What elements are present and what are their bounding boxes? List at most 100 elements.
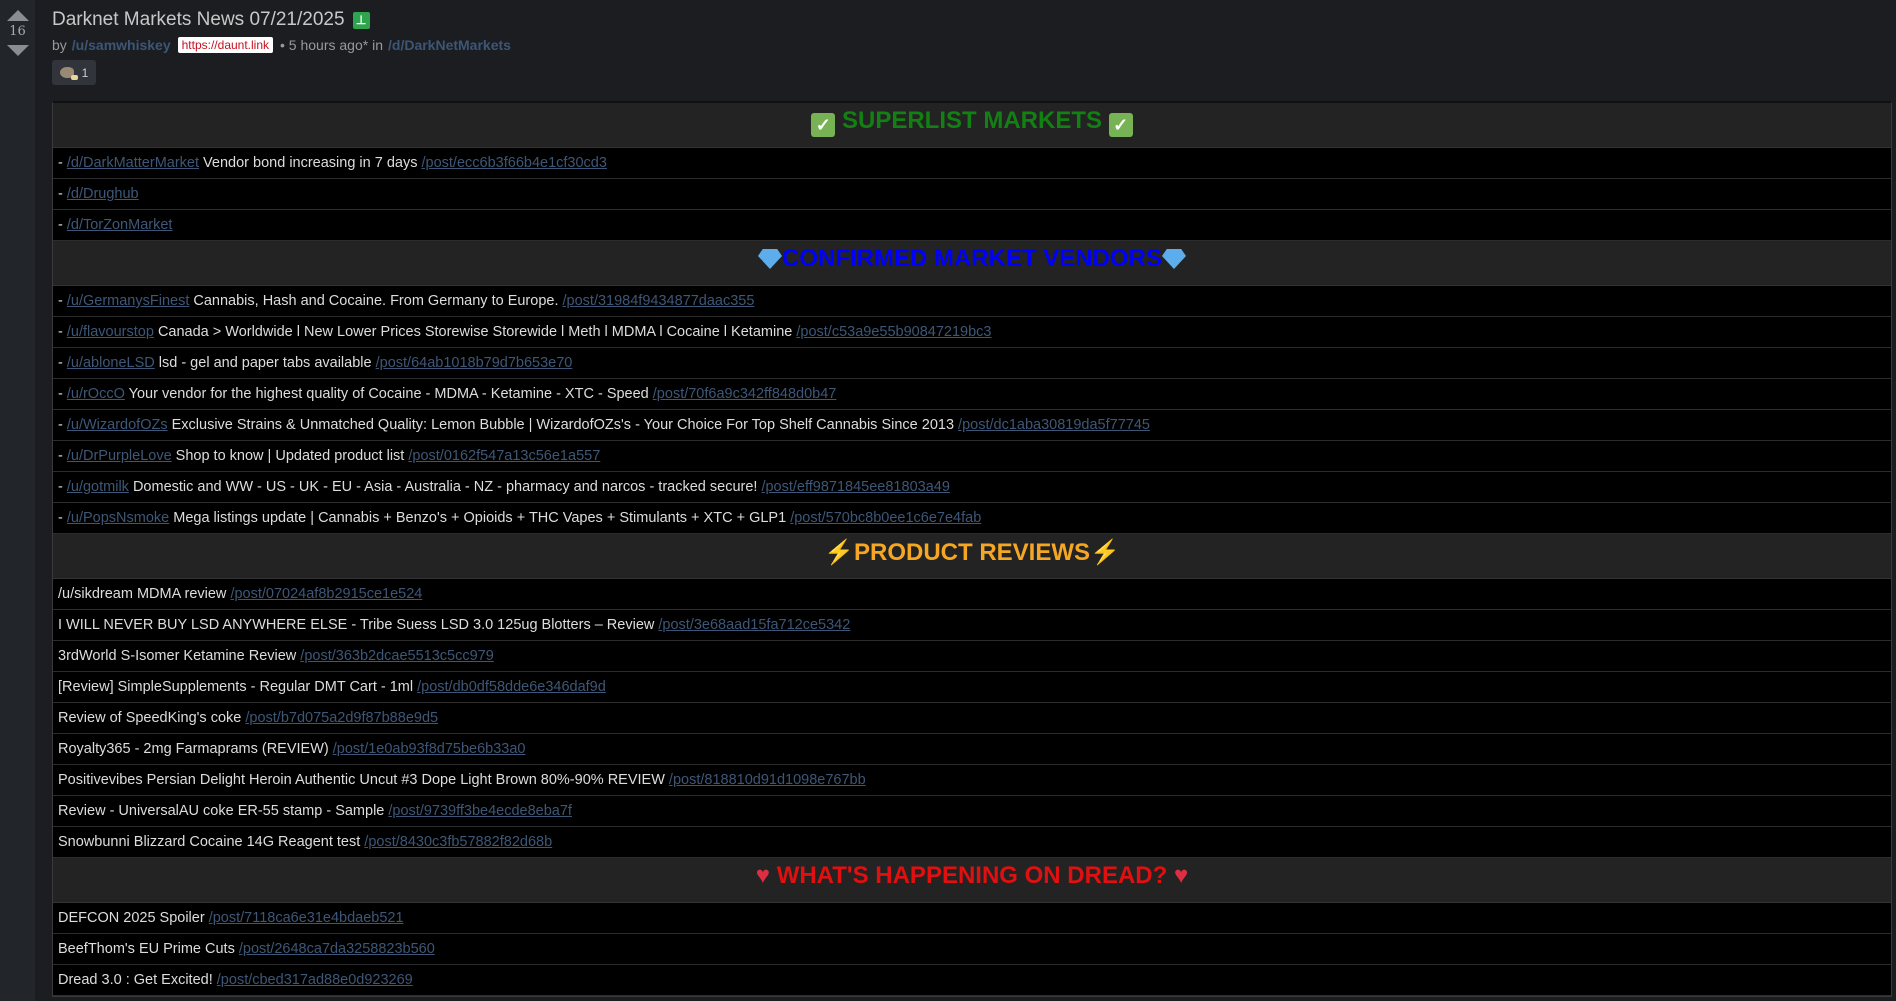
post-title-row: Darknet Markets News 07/21/2025 ⊥ xyxy=(52,9,370,31)
post-link[interactable]: /post/b7d075a2d9f87b88e9d5 xyxy=(245,710,438,726)
award-button[interactable]: 1 xyxy=(52,60,96,85)
lightning-icon: ⚡ xyxy=(1090,539,1120,566)
table-row: - /u/DrPurpleLove Shop to know | Updated… xyxy=(53,441,1891,472)
heart-icon: ♥ xyxy=(756,862,770,889)
entity-link[interactable]: /u/gotmilk xyxy=(67,479,129,495)
table-row: Review - UniversalAU coke ER-55 stamp - … xyxy=(53,796,1891,827)
table-row: - /u/WizardofOZs Exclusive Strains & Unm… xyxy=(53,410,1891,441)
money-bag-icon xyxy=(60,67,74,78)
post-link[interactable]: /post/70f6a9c342ff848d0b47 xyxy=(653,386,837,402)
row-text: Mega listings update | Cannabis + Benzo'… xyxy=(169,510,790,526)
entity-link[interactable]: /u/rOccO xyxy=(67,386,125,402)
post-link[interactable]: /post/db0df58dde6e346daf9d xyxy=(417,679,606,695)
entity-link[interactable]: /u/abloneLSD xyxy=(67,355,155,371)
bullet: - xyxy=(58,448,67,464)
table-row: Review of SpeedKing's coke /post/b7d075a… xyxy=(53,703,1891,734)
table-row: I WILL NEVER BUY LSD ANYWHERE ELSE - Tri… xyxy=(53,610,1891,641)
post-link[interactable]: /post/31984f9434877daac355 xyxy=(563,293,755,309)
author-badge: https://daunt.link xyxy=(178,37,273,53)
post-link[interactable]: /post/1e0ab93f8d75be6b33a0 xyxy=(333,741,526,757)
post-link[interactable]: /post/2648ca7da3258823b560 xyxy=(239,941,435,957)
post-link[interactable]: /post/3e68aad15fa712ce5342 xyxy=(658,617,850,633)
table-row: - /d/TorZonMarket xyxy=(53,210,1891,241)
row-text: [Review] SimpleSupplements - Regular DMT… xyxy=(58,679,417,695)
post-link[interactable]: /post/818810d91d1098e767bb xyxy=(669,772,866,788)
table-row: 3rdWorld S-Isomer Ketamine Review /post/… xyxy=(53,641,1891,672)
table-row: BeefThom's EU Prime Cuts /post/2648ca7da… xyxy=(53,934,1891,965)
downvote-icon[interactable] xyxy=(7,45,29,56)
entity-link[interactable]: /d/Drughub xyxy=(67,186,139,202)
row-text: 3rdWorld S-Isomer Ketamine Review xyxy=(58,648,300,664)
post-link[interactable]: /post/64ab1018b79d7b653e70 xyxy=(376,355,573,371)
table-row: - /u/PopsNsmoke Mega listings update | C… xyxy=(53,503,1891,534)
entity-link[interactable]: /u/WizardofOZs xyxy=(67,417,168,433)
table-row: - /u/flavourstop Canada > Worldwide l Ne… xyxy=(53,317,1891,348)
post-link[interactable]: /post/eff9871845ee81803a49 xyxy=(761,479,949,495)
row-text: Review of SpeedKing's coke xyxy=(58,710,245,726)
section-title: SUPERLIST MARKETS xyxy=(842,107,1102,134)
vote-column: 16 xyxy=(0,0,35,1001)
author-link[interactable]: /u/samwhiskey xyxy=(72,37,171,53)
table-row: Snowbunni Blizzard Cocaine 14G Reagent t… xyxy=(53,827,1891,858)
bullet: - xyxy=(58,386,67,402)
check-mark-icon: ✓ xyxy=(811,113,835,137)
bullet: - xyxy=(58,324,67,340)
vote-score: 16 xyxy=(0,24,35,39)
entity-link[interactable]: /d/DarkMatterMarket xyxy=(67,155,199,171)
section-header-superlist: ✓ SUPERLIST MARKETS ✓ xyxy=(53,103,1891,148)
table-row: - /d/DarkMatterMarket Vendor bond increa… xyxy=(53,148,1891,179)
row-text: Exclusive Strains & Unmatched Quality: L… xyxy=(168,417,958,433)
post-link[interactable]: /post/07024af8b2915ce1e524 xyxy=(230,586,422,602)
gem-icon xyxy=(758,249,782,269)
lightning-icon: ⚡ xyxy=(824,539,854,566)
bullet: - xyxy=(58,355,67,371)
section-header-reviews: ⚡PRODUCT REVIEWS⚡ xyxy=(53,534,1891,579)
row-text: Domestic and WW - US - UK - EU - Asia - … xyxy=(129,479,762,495)
by-label: by xyxy=(52,37,67,53)
entity-link[interactable]: /u/PopsNsmoke xyxy=(67,510,169,526)
post-title[interactable]: Darknet Markets News 07/21/2025 xyxy=(52,9,345,31)
post-link[interactable]: /post/0162f547a13c56e1a557 xyxy=(408,448,600,464)
bullet: - xyxy=(58,417,67,433)
community-link[interactable]: /d/DarkNetMarkets xyxy=(388,37,511,53)
row-text: Positivevibes Persian Delight Heroin Aut… xyxy=(58,772,669,788)
pin-icon: ⊥ xyxy=(353,12,370,29)
post-link[interactable]: /post/363b2dcae5513c5cc979 xyxy=(300,648,494,664)
bullet: - xyxy=(58,217,67,233)
table-row: Positivevibes Persian Delight Heroin Aut… xyxy=(53,765,1891,796)
post-link[interactable]: /post/dc1aba30819da5f77745 xyxy=(958,417,1150,433)
section-title: CONFIRMED MARKET VENDORS xyxy=(782,245,1162,272)
entity-link[interactable]: /u/flavourstop xyxy=(67,324,154,340)
table-row: - /u/GermanysFinest Cannabis, Hash and C… xyxy=(53,286,1891,317)
entity-link[interactable]: /d/TorZonMarket xyxy=(67,217,173,233)
post-link[interactable]: /post/c53a9e55b90847219bc3 xyxy=(796,324,991,340)
section-title: WHAT'S HAPPENING ON DREAD? xyxy=(777,862,1168,889)
section-header-dread: ♥ WHAT'S HAPPENING ON DREAD? ♥ xyxy=(53,858,1891,903)
upvote-icon[interactable] xyxy=(7,10,29,21)
post-link[interactable]: /post/9739ff3be4ecde8eba7f xyxy=(388,803,572,819)
post-link[interactable]: /post/8430c3fb57882f82d68b xyxy=(364,834,552,850)
post-link[interactable]: /post/ecc6b3f66b4e1cf30cd3 xyxy=(422,155,607,171)
table-row: - /d/Drughub xyxy=(53,179,1891,210)
post-link[interactable]: /post/7118ca6e31e4bdaeb521 xyxy=(209,910,404,926)
row-text: Your vendor for the highest quality of C… xyxy=(125,386,653,402)
row-text: /u/sikdream MDMA review xyxy=(58,586,230,602)
row-text: Snowbunni Blizzard Cocaine 14G Reagent t… xyxy=(58,834,364,850)
post-meta: by /u/samwhiskey https://daunt.link • 5 … xyxy=(52,37,511,53)
entity-link[interactable]: /u/DrPurpleLove xyxy=(67,448,172,464)
check-mark-icon: ✓ xyxy=(1109,113,1133,137)
post-time: • 5 hours ago* in xyxy=(280,37,383,53)
row-text: BeefThom's EU Prime Cuts xyxy=(58,941,239,957)
table-row: - /u/abloneLSD lsd - gel and paper tabs … xyxy=(53,348,1891,379)
post-link[interactable]: /post/cbed317ad88e0d923269 xyxy=(217,972,413,988)
award-count: 1 xyxy=(82,66,89,80)
row-text: Shop to know | Updated product list xyxy=(172,448,409,464)
post-link[interactable]: /post/570bc8b0ee1c6e7e4fab xyxy=(790,510,981,526)
table-row: [Review] SimpleSupplements - Regular DMT… xyxy=(53,672,1891,703)
entity-link[interactable]: /u/GermanysFinest xyxy=(67,293,190,309)
heart-icon: ♥ xyxy=(1174,862,1188,889)
bullet: - xyxy=(58,479,67,495)
bullet: - xyxy=(58,293,67,309)
gem-icon xyxy=(1162,249,1186,269)
row-text: Royalty365 - 2mg Farmaprams (REVIEW) xyxy=(58,741,333,757)
